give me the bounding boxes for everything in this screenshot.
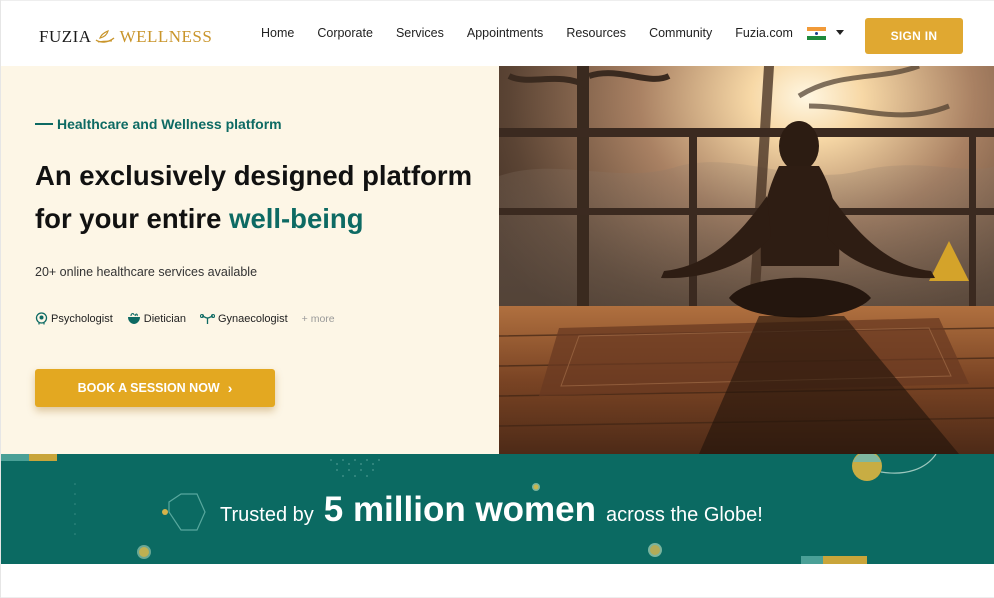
main-nav: Home Corporate Services Appointments Res… — [261, 26, 816, 40]
tag-psychologist[interactable]: Psychologist — [35, 312, 113, 325]
page: FUZIA WELLNESS Home Corporate Services A… — [0, 0, 994, 598]
hero-eyebrow: Healthcare and Wellness platform — [35, 116, 282, 132]
lotus-hand-icon — [95, 29, 115, 43]
hero-image-meditation — [499, 66, 994, 454]
headline-line1: An exclusively designed platform — [35, 160, 473, 191]
india-flag-icon[interactable] — [807, 27, 826, 40]
trust-prefix: Trusted by — [220, 504, 314, 526]
book-session-button[interactable]: BOOK A SESSION NOW › — [35, 369, 275, 407]
trust-text: Trusted by 5 million women across the Gl… — [1, 454, 994, 564]
logo[interactable]: FUZIA WELLNESS — [39, 25, 212, 49]
more-tags-link[interactable]: + more — [302, 313, 335, 325]
trust-highlight: 5 million women — [323, 490, 597, 529]
tag-label: Gynaecologist — [217, 312, 288, 325]
hero-subtitle: 20+ online healthcare services available — [35, 265, 258, 279]
tag-label: Dietician — [143, 312, 186, 325]
page-bottom — [1, 564, 994, 598]
nav-appointments[interactable]: Appointments — [467, 26, 543, 40]
meditation-photo — [499, 66, 994, 454]
nav-corporate[interactable]: Corporate — [317, 26, 373, 40]
hero-headline: An exclusively designed platform for you… — [35, 154, 485, 240]
nav-services[interactable]: Services — [396, 26, 444, 40]
eyebrow-text: Healthcare and Wellness platform — [57, 116, 282, 132]
logo-text-primary: FUZIA — [39, 27, 92, 46]
tag-gynaecologist[interactable]: Gynaecologist — [199, 312, 288, 325]
nav-home[interactable]: Home — [261, 26, 294, 40]
dash-icon — [35, 123, 53, 125]
hero-section: Healthcare and Wellness platform An excl… — [1, 66, 499, 454]
nav-resources[interactable]: Resources — [566, 26, 626, 40]
uterus-icon — [199, 313, 215, 324]
head-brain-icon — [35, 312, 48, 325]
nav-community[interactable]: Community — [649, 26, 712, 40]
headline-line2: for your entire — [35, 203, 230, 234]
headline-accent: well-being — [229, 203, 364, 234]
trust-suffix: across the Globe! — [606, 504, 763, 526]
site-header: FUZIA WELLNESS Home Corporate Services A… — [1, 0, 994, 66]
book-session-label: BOOK A SESSION NOW — [77, 381, 220, 395]
chevron-right-icon: › — [227, 380, 233, 396]
nav-fuzia-com[interactable]: Fuzia.com — [735, 26, 793, 40]
tag-dietician[interactable]: Dietician — [127, 312, 186, 325]
tag-label: Psychologist — [51, 312, 113, 325]
sign-in-button[interactable]: SIGN IN — [865, 18, 963, 54]
logo-text-secondary: WELLNESS — [119, 27, 213, 46]
trust-banner: Trusted by 5 million women across the Gl… — [1, 454, 994, 564]
service-tags: Psychologist Dietician Gynaecologist + m… — [35, 312, 335, 325]
chevron-down-icon[interactable] — [836, 30, 844, 35]
bowl-icon — [127, 313, 140, 324]
